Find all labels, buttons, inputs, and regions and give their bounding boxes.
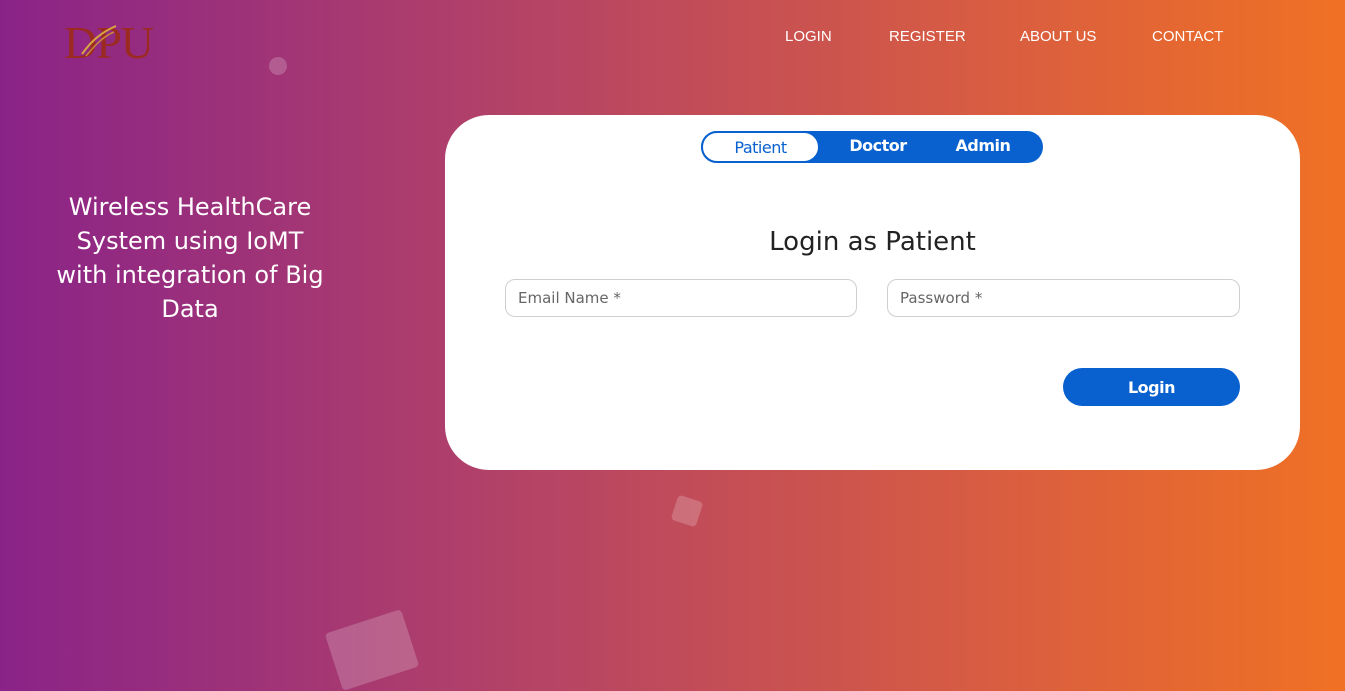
role-switcher: Patient Doctor Admin	[701, 131, 1043, 163]
nav-register-link[interactable]: REGISTER	[889, 27, 966, 47]
password-input[interactable]	[887, 279, 1240, 317]
login-card: Patient Doctor Admin Login as Patient Lo…	[445, 115, 1300, 470]
decorative-square	[670, 494, 704, 528]
top-navigation: LOGIN REGISTER ABOUT US CONTACT	[0, 27, 1345, 47]
login-button[interactable]: Login	[1063, 368, 1240, 406]
role-tab-doctor[interactable]: Doctor	[820, 131, 936, 163]
nav-login-link[interactable]: LOGIN	[785, 27, 832, 47]
email-input[interactable]	[505, 279, 857, 317]
nav-about-us-link[interactable]: ABOUT US	[1020, 27, 1096, 47]
nav-contact-link[interactable]: CONTACT	[1152, 27, 1223, 47]
decorative-circle	[269, 57, 287, 75]
hero-tagline: Wireless HealthCare System using IoMT wi…	[56, 193, 324, 323]
role-tab-admin[interactable]: Admin	[931, 131, 1035, 163]
login-title: Login as Patient	[769, 227, 976, 257]
decorative-square	[324, 609, 420, 691]
role-tab-patient[interactable]: Patient	[701, 131, 820, 163]
